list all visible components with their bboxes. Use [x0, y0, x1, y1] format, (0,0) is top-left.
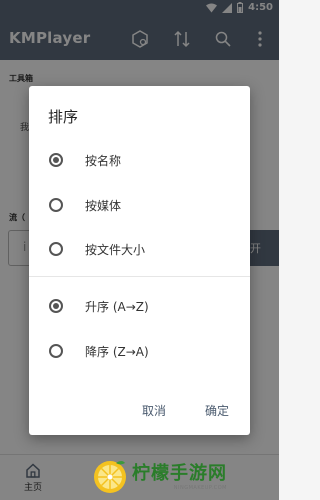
radio-checked-icon[interactable]	[49, 299, 63, 313]
radio-unchecked-icon[interactable]	[49, 198, 63, 212]
watermark: 柠檬手游网 NINGMAKEUP.COM	[92, 456, 278, 498]
order-descending-option[interactable]: 降序 (Z→A)	[29, 334, 250, 368]
option-label: 按名称	[85, 153, 122, 168]
sort-by-media-option[interactable]: 按媒体	[29, 188, 250, 222]
option-label: 按文件大小	[85, 242, 146, 257]
option-label: 升序 (A→Z)	[85, 299, 149, 314]
watermark-subtitle: NINGMAKEUP.COM	[173, 485, 227, 491]
radio-unchecked-icon[interactable]	[49, 344, 63, 358]
option-label: 降序 (Z→A)	[85, 344, 149, 359]
sort-by-size-option[interactable]: 按文件大小	[29, 232, 250, 266]
radio-unchecked-icon[interactable]	[49, 242, 63, 256]
cancel-button[interactable]: 取消	[142, 402, 166, 419]
dialog-title: 排序	[48, 108, 79, 126]
lemon-logo-icon	[94, 461, 126, 493]
dialog-divider	[29, 276, 250, 277]
option-label: 按媒体	[85, 198, 122, 213]
order-ascending-option[interactable]: 升序 (A→Z)	[29, 289, 250, 323]
confirm-button[interactable]: 确定	[205, 402, 229, 419]
sort-dialog: 排序 按名称 按媒体 按文件大小 升序 (A→Z) 降序 (Z→A) 取消 确定	[29, 86, 250, 435]
radio-checked-icon[interactable]	[49, 153, 63, 167]
sort-by-name-option[interactable]: 按名称	[29, 143, 250, 177]
watermark-title: 柠檬手游网	[132, 463, 227, 484]
